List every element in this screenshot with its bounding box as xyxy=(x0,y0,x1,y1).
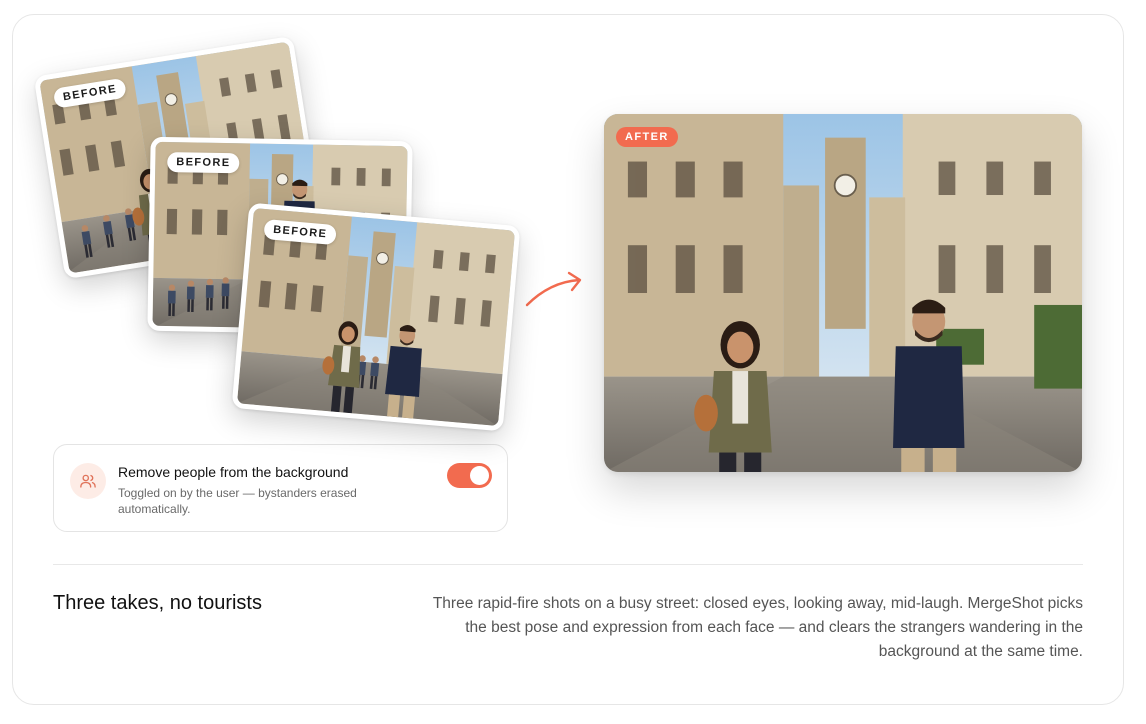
divider xyxy=(53,564,1083,565)
after-photo: AFTER xyxy=(604,114,1082,472)
option-title: Remove people from the background xyxy=(118,464,349,480)
toggle-knob xyxy=(470,466,489,485)
arrow-right-icon xyxy=(525,271,582,307)
before-photo-3: BEFORE xyxy=(231,202,521,432)
remove-people-toggle[interactable] xyxy=(447,463,492,488)
option-subtitle: Toggled on by the user — bystanders eras… xyxy=(118,486,357,516)
after-badge: AFTER xyxy=(616,127,678,147)
people-icon xyxy=(70,463,106,499)
remove-people-option: Remove people from the background Toggle… xyxy=(53,444,508,532)
feature-description: Three rapid-fire shots on a busy street:… xyxy=(432,595,1083,660)
street-scene-image xyxy=(236,207,516,427)
street-scene-image xyxy=(604,114,1082,472)
before-badge: BEFORE xyxy=(167,152,240,174)
feature-title: Three takes, no tourists xyxy=(53,592,262,614)
